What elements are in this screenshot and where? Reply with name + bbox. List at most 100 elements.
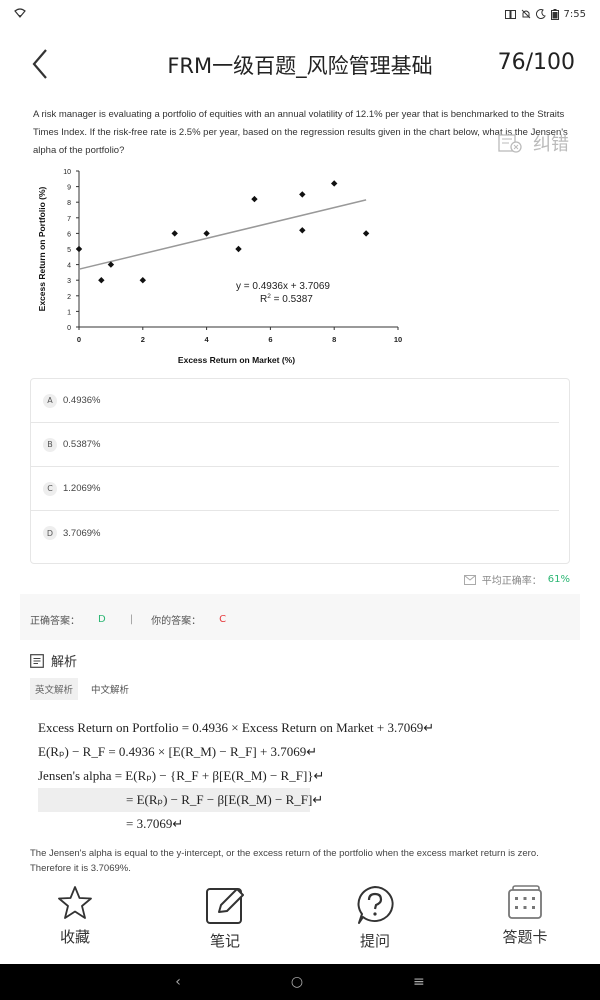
option-letter: B [43, 437, 57, 452]
correction-label: 纠错 [533, 134, 569, 155]
option-b[interactable]: B 0.5387% [31, 423, 559, 467]
mute-icon [521, 9, 531, 19]
question-icon [357, 886, 394, 924]
correct-answer-value: D [98, 614, 106, 625]
formula-block: Excess Return on Portfolio = 0.4936 × Ex… [38, 716, 434, 836]
ask-button[interactable]: 提问 [300, 874, 450, 964]
document-icon [30, 653, 44, 668]
system-nav-bar: ‹ ○ ≡ [0, 964, 600, 1000]
y-tick-label: 10 [63, 169, 71, 176]
bottom-toolbar: 收藏 笔记 提问 答题卡 [0, 874, 600, 964]
option-letter: A [43, 393, 57, 408]
option-text: 0.4936% [63, 395, 101, 406]
x-tick-label: 8 [332, 335, 336, 344]
data-point [299, 227, 306, 234]
nav-menu-button[interactable]: ≡ [413, 974, 425, 990]
data-point [98, 277, 105, 284]
option-text: 0.5387% [63, 439, 101, 450]
y-tick-label: 2 [67, 294, 71, 301]
option-letter: C [43, 481, 57, 496]
chart-svg: 0 1 2 3 4 5 6 7 8 9 10 0 2 4 6 8 10 Excess Return on Mark… [37, 169, 402, 365]
y-tick-label: 0 [67, 325, 71, 332]
question-progress: 76/100 [497, 50, 575, 75]
formula-line: = 3.7069↵ [126, 816, 184, 831]
y-tick-label: 9 [67, 185, 71, 192]
data-point [299, 191, 306, 198]
y-tick-label: 8 [67, 200, 71, 207]
option-text: 3.7069% [63, 527, 101, 539]
scatter-chart: 0 1 2 3 4 5 6 7 8 9 10 0 2 4 6 8 10 Excess Return on Mark… [33, 157, 409, 370]
y-tick-label: 3 [67, 278, 71, 285]
option-c[interactable]: C 1.2069% [31, 467, 559, 511]
header: FRM一级百题_风险管理基础 76/100 [0, 28, 600, 100]
data-point [203, 230, 210, 237]
option-d[interactable]: D 3.7069% [31, 511, 559, 555]
your-answer-value: C [219, 614, 227, 625]
answer-card-label: 答题卡 [502, 928, 548, 946]
moon-icon [535, 9, 546, 19]
correction-button[interactable]: 纠错 [497, 130, 569, 156]
option-letter: D [43, 526, 57, 540]
error-report-icon [498, 134, 522, 153]
wifi-icon [14, 7, 26, 21]
nav-back-button[interactable]: ‹ [175, 974, 181, 990]
explanation-text: The Jensen's alpha is equal to the y-int… [30, 848, 539, 874]
data-point [251, 195, 258, 203]
r-squared-label: R2 = 0.5387 [260, 293, 313, 305]
favorite-label: 收藏 [59, 928, 90, 946]
trendline-equation: y = 0.4936x + 3.7069 [236, 281, 330, 292]
trendline [78, 199, 367, 270]
analysis-header: 解析 [30, 651, 77, 670]
answer-row: 正确答案： D | 你的答案： C [30, 612, 226, 627]
y-tick-label: 1 [67, 309, 71, 316]
nav-home-button[interactable]: ○ [291, 974, 303, 990]
ask-label: 提问 [359, 932, 390, 950]
x-tick-label: 6 [268, 335, 272, 344]
note-label: 笔记 [209, 932, 240, 950]
battery-icon [550, 8, 559, 20]
option-a[interactable]: A 0.4936% [31, 379, 559, 423]
options-list: A 0.4936% B 0.5387% C 1.2069% D 3.7069% [30, 378, 570, 564]
data-point [139, 277, 146, 284]
analysis-title: 解析 [51, 655, 78, 670]
note-button[interactable]: 笔记 [150, 874, 300, 964]
question-text: A risk manager is evaluating a portfolio… [33, 109, 568, 156]
formula-line: = E(Rₚ) − R_F − β[E(R_M) − R_F]↵ [38, 788, 323, 812]
answer-separator: | [129, 614, 134, 625]
clock-time: 7:55 [563, 8, 586, 20]
data-point [75, 245, 83, 253]
accuracy-rate: 平均正确率： 61% [463, 572, 570, 587]
favorite-button[interactable]: 收藏 [0, 874, 150, 964]
formula-line: Excess Return on Portfolio = 0.4936 × Ex… [38, 720, 435, 735]
option-text: 1.2069% [63, 483, 101, 494]
answer-card-icon [508, 885, 542, 919]
correct-answer-label: 正确答案： [30, 616, 80, 627]
analysis-tabs: 英文解析 中文解析 [30, 678, 134, 700]
accuracy-label: 平均正确率： [481, 576, 542, 587]
x-tick-label: 4 [205, 335, 210, 344]
tab-english[interactable]: 英文解析 [30, 678, 79, 700]
x-axis-label: Excess Return on Market (%) [178, 355, 295, 365]
status-bar: 7:55 [0, 0, 600, 28]
x-tick-label: 2 [141, 335, 145, 344]
x-tick-label: 10 [394, 335, 402, 344]
answer-card-button[interactable]: 答题卡 [450, 874, 600, 964]
y-tick-label: 6 [67, 231, 71, 238]
mail-icon [463, 574, 476, 585]
edit-note-icon [206, 888, 244, 924]
formula-line: Jensen's alpha = E(Rₚ) − {R_F + β[E(R_M)… [38, 768, 325, 783]
y-axis-label: Excess Return on Portfolio (%) [37, 186, 47, 311]
y-tick-label: 7 [67, 216, 71, 223]
data-point [362, 230, 370, 237]
y-tick-label: 5 [67, 247, 71, 254]
data-point [171, 230, 178, 237]
x-tick-label: 0 [77, 335, 81, 344]
star-icon [58, 886, 92, 919]
book-icon [504, 9, 516, 19]
data-point [235, 245, 242, 253]
data-point [331, 180, 338, 187]
formula-line: E(Rₚ) − R_F = 0.4936 × [E(R_M) − R_F] + … [38, 744, 318, 759]
accuracy-value: 61% [547, 574, 570, 585]
y-tick-label: 4 [67, 263, 71, 270]
tab-chinese[interactable]: 中文解析 [86, 678, 134, 700]
